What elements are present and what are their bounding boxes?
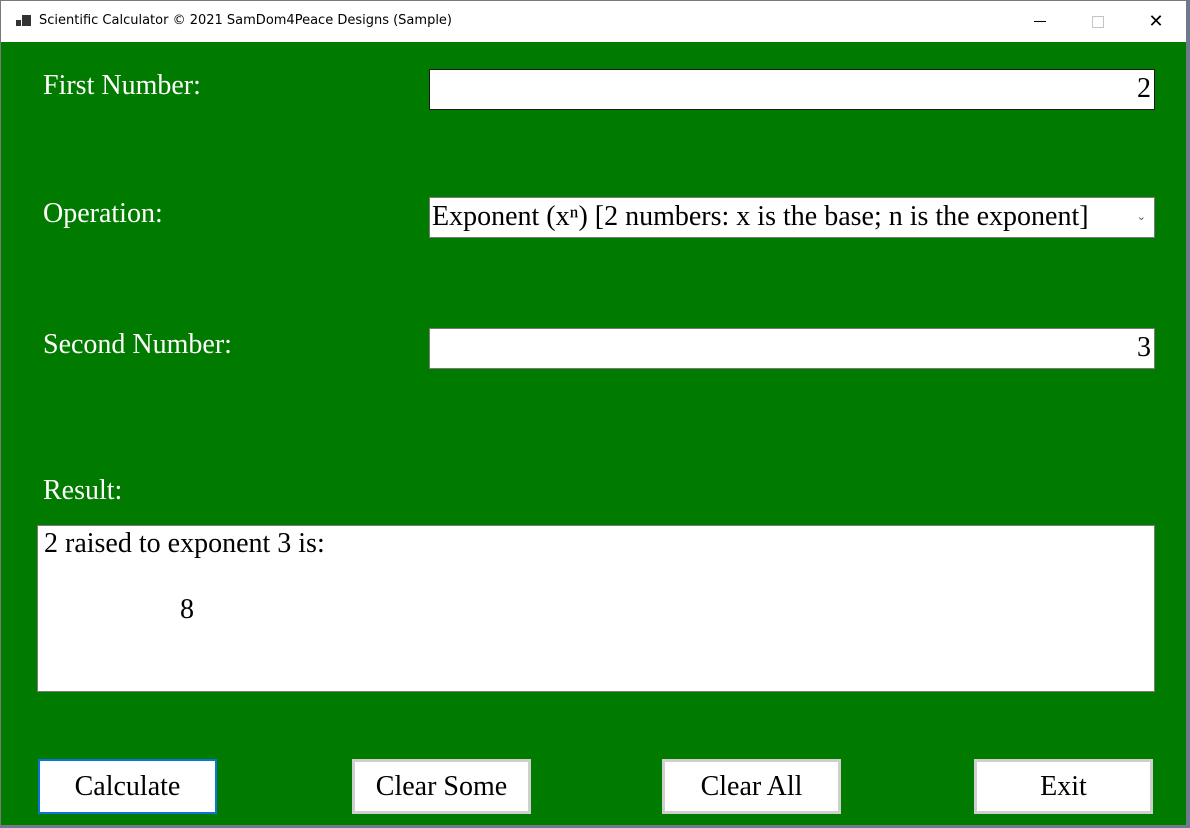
close-button[interactable]: ✕ [1127,1,1185,42]
app-icon [16,15,32,29]
result-label: Result: [43,475,123,506]
minimize-icon [1034,21,1046,22]
result-description: 2 raised to exponent 3 is: [44,528,325,559]
first-number-input[interactable]: 2 [429,69,1155,110]
first-number-label: First Number: [43,70,201,101]
calculator-window: Scientific Calculator © 2021 SamDom4Peac… [0,0,1187,826]
chevron-down-icon: ⌄ [1136,210,1146,223]
window-title: Scientific Calculator © 2021 SamDom4Peac… [39,13,452,28]
close-icon: ✕ [1148,10,1164,32]
title-bar: Scientific Calculator © 2021 SamDom4Peac… [1,1,1186,42]
operation-selected: Exponent (xⁿ) [2 numbers: x is the base;… [432,201,1089,232]
operation-label: Operation: [43,198,163,229]
second-number-label: Second Number: [43,329,232,360]
minimize-button[interactable] [1011,1,1069,42]
result-output[interactable]: 2 raised to exponent 3 is: 8 [37,525,1155,692]
clear-all-button[interactable]: Clear All [662,759,841,814]
second-number-input[interactable]: 3 [429,328,1155,369]
operation-dropdown[interactable]: Exponent (xⁿ) [2 numbers: x is the base;… [429,197,1155,238]
exit-button[interactable]: Exit [974,759,1153,814]
result-value: 8 [180,594,194,625]
calculate-button[interactable]: Calculate [38,759,217,814]
maximize-icon [1092,15,1104,28]
clear-some-button[interactable]: Clear Some [352,759,531,814]
maximize-button[interactable] [1069,1,1127,42]
